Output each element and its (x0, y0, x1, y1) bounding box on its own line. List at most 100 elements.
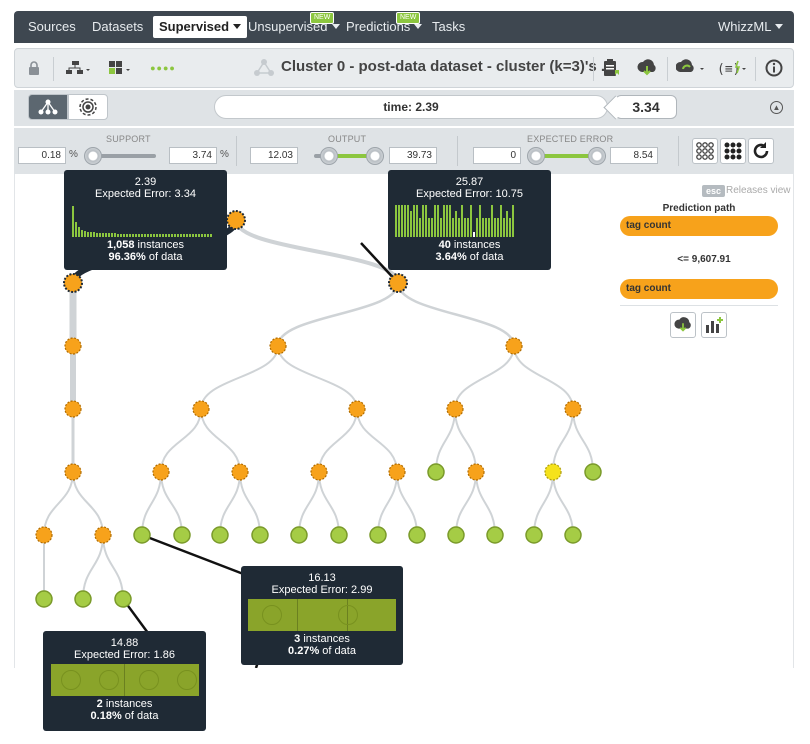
nav-datasets[interactable]: Datasets (92, 11, 143, 43)
download-path-button[interactable] (670, 312, 696, 338)
split-node[interactable] (64, 337, 82, 355)
prediction-path-field[interactable]: tag count (620, 279, 778, 299)
split-node[interactable] (63, 273, 83, 293)
tree-edge (454, 408, 477, 473)
release-view-link[interactable]: Releases view (726, 185, 790, 196)
leaf-node[interactable] (486, 526, 504, 544)
histogram-bar (418, 218, 421, 237)
histogram-bar (487, 218, 490, 237)
tree-edge (454, 345, 515, 410)
nav-supervised[interactable]: Supervised (153, 16, 248, 38)
split-node[interactable] (226, 210, 246, 230)
leaf-node[interactable] (290, 526, 308, 544)
tree-edge (475, 471, 496, 536)
instance-strip (50, 664, 199, 696)
split-node[interactable] (446, 400, 464, 418)
error-max-input[interactable]: 8.54 (610, 147, 658, 164)
histogram-bar (149, 234, 152, 237)
lock-icon[interactable] (25, 57, 43, 79)
output-min-handle[interactable] (320, 147, 338, 165)
clipboard-download-icon[interactable] (599, 57, 623, 79)
split-node[interactable] (192, 400, 210, 418)
leaf-node[interactable] (369, 526, 387, 544)
split-node[interactable] (505, 337, 523, 355)
tree-layout-icon[interactable] (63, 57, 93, 79)
output-max-handle[interactable] (366, 147, 384, 165)
cloud-download-icon[interactable] (635, 57, 659, 79)
split-node[interactable] (269, 337, 287, 355)
esc-key-badge[interactable]: esc (702, 185, 726, 197)
leaf-node[interactable] (584, 463, 602, 481)
histogram-bar (448, 205, 451, 237)
output-max-input[interactable]: 39.73 (389, 147, 437, 164)
histogram-bar (454, 211, 457, 237)
leaf-node[interactable] (525, 526, 543, 544)
prediction-value: 3.34 (615, 95, 677, 119)
more-dots-icon[interactable]: ●●●● (145, 57, 181, 79)
split-node[interactable] (64, 400, 82, 418)
split-node[interactable] (64, 463, 82, 481)
tree-view-button[interactable] (28, 94, 68, 120)
error-min-handle[interactable] (527, 147, 545, 165)
nav-user-menu[interactable]: WhizzML (718, 11, 784, 43)
split-node[interactable] (467, 463, 485, 481)
leaf-node[interactable] (330, 526, 348, 544)
split-node[interactable] (152, 463, 170, 481)
nav-tasks[interactable]: Tasks (432, 11, 465, 43)
leaf-node[interactable] (408, 526, 426, 544)
error-label: EXPECTED ERROR (527, 134, 614, 144)
histogram-bar (496, 218, 499, 237)
support-max-input[interactable]: 3.74 (169, 147, 217, 164)
histogram-bar (427, 218, 430, 237)
leaf-node[interactable] (564, 526, 582, 544)
leaf-node[interactable] (427, 463, 445, 481)
leaf-node[interactable] (211, 526, 229, 544)
instance-marker (176, 670, 197, 690)
output-min-input[interactable]: 12.03 (250, 147, 298, 164)
split-node[interactable] (388, 463, 406, 481)
tree-edge (43, 471, 74, 536)
support-min-input[interactable]: 0.18 (18, 147, 66, 164)
split-node[interactable] (388, 273, 408, 293)
split-node[interactable] (94, 526, 112, 544)
reset-filters-button[interactable] (748, 138, 774, 164)
histogram-bar (403, 205, 406, 237)
leaf-node[interactable] (74, 590, 92, 608)
show-all-nodes-button[interactable] (692, 138, 718, 164)
field-importance-icon[interactable] (105, 57, 135, 79)
histogram-bar (173, 234, 176, 237)
leaf-node[interactable] (173, 526, 191, 544)
split-node[interactable] (35, 526, 53, 544)
histogram-bar (74, 222, 77, 237)
info-icon[interactable] (763, 57, 785, 79)
histogram-bar (77, 227, 80, 237)
cloud-sync-icon[interactable] (675, 57, 707, 79)
leaf-node[interactable] (251, 526, 269, 544)
leaf-node[interactable] (133, 526, 151, 544)
split-node[interactable] (310, 463, 328, 481)
sunburst-view-button[interactable] (68, 94, 108, 120)
new-badge: NEW (310, 12, 335, 24)
split-node[interactable] (231, 463, 249, 481)
prediction-path-field[interactable]: tag count (620, 216, 778, 236)
instance-strip (248, 599, 396, 631)
chevron-down-icon (233, 24, 242, 29)
split-node[interactable] (544, 463, 562, 481)
histogram-bar (137, 234, 140, 237)
show-filtered-nodes-button[interactable] (720, 138, 746, 164)
error-max-handle[interactable] (588, 147, 606, 165)
split-node[interactable] (348, 400, 366, 418)
histogram-bar (101, 233, 104, 237)
leaf-node[interactable] (447, 526, 465, 544)
collapse-up-icon[interactable]: ▲ (770, 101, 783, 114)
path-chart-button[interactable] (701, 312, 727, 338)
error-min-input[interactable]: 0 (473, 147, 521, 164)
support-min-handle[interactable] (84, 147, 102, 165)
formula-icon[interactable]: (≡) (715, 57, 749, 79)
nav-sources[interactable]: Sources (28, 11, 76, 43)
histogram-bar (110, 233, 113, 237)
histogram-bar (502, 218, 505, 237)
leaf-node[interactable] (35, 590, 53, 608)
split-node[interactable] (564, 400, 582, 418)
leaf-node[interactable] (114, 590, 132, 608)
